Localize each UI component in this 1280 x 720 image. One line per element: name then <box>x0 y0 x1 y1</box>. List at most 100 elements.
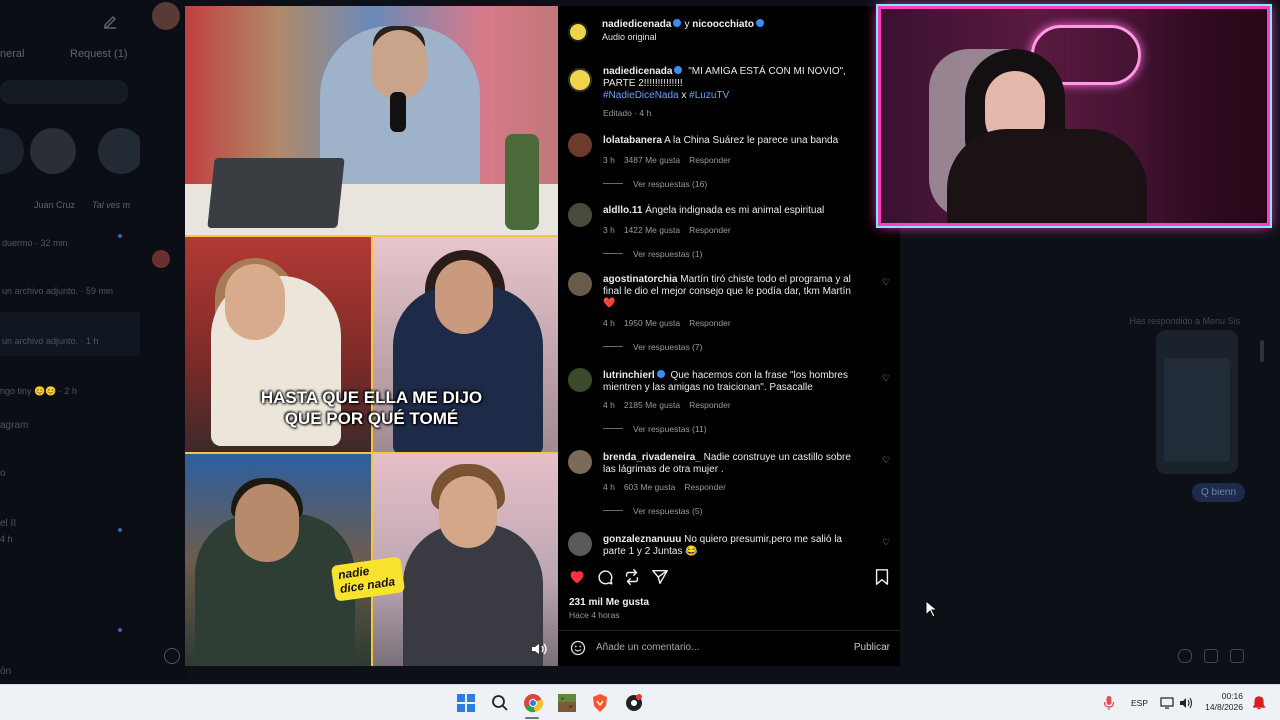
language-indicator[interactable]: ESP <box>1131 698 1148 708</box>
comment-item: gonzaleznanuuu No quiero presumir,pero m… <box>558 532 900 560</box>
tab-general[interactable]: neral <box>0 48 24 60</box>
comment-item: lutrinchierl Que hacemos con la frase "l… <box>558 368 900 436</box>
author-avatar[interactable] <box>568 68 592 92</box>
reply-button[interactable]: Responder <box>684 482 726 492</box>
view-replies-button[interactable]: Ver respuestas (16) <box>603 179 707 189</box>
like-comment-heart-icon[interactable]: ♡ <box>882 538 891 547</box>
conversation-row[interactable]: un archivo adjunto. · 1 h <box>2 336 99 346</box>
notification-bell-icon[interactable] <box>1253 696 1265 710</box>
minecraft-icon[interactable] <box>557 693 577 713</box>
repost-icon[interactable] <box>623 568 641 586</box>
comment-item: aldllo.11 Ángela indignada es mi animal … <box>558 203 900 259</box>
chrome-icon[interactable] <box>523 693 543 713</box>
view-replies-button[interactable]: Ver respuestas (5) <box>603 506 702 516</box>
app-icon[interactable] <box>624 693 644 713</box>
search-input[interactable] <box>0 80 128 104</box>
heart-filled-icon[interactable] <box>568 568 586 586</box>
avatar[interactable] <box>152 2 180 30</box>
brave-icon[interactable] <box>590 693 610 713</box>
emoji-icon[interactable] <box>570 640 586 656</box>
conversation-row[interactable]: duermo · 32 min <box>2 238 68 248</box>
author-avatar[interactable] <box>568 22 588 42</box>
coauthor-username[interactable]: nicoocchiato <box>692 19 754 30</box>
commenter-username[interactable]: brenda_rivadeneira_ <box>603 452 701 463</box>
story-avatar[interactable] <box>0 128 24 174</box>
caption-username[interactable]: nadiedicenada <box>603 66 672 77</box>
volume-icon[interactable] <box>531 642 547 656</box>
comment-text: Ángela indignada es mi animal espiritual <box>645 205 825 216</box>
video-caption-overlay: HASTA QUE ELLA ME DIJO QUE POR QUÉ TOMÉ <box>185 387 558 429</box>
commenter-avatar[interactable] <box>568 368 592 392</box>
commenter-avatar[interactable] <box>568 450 592 474</box>
display-icon[interactable] <box>1160 696 1174 710</box>
comment-input[interactable]: Añade un comentario... <box>596 642 699 653</box>
like-comment-heart-icon[interactable]: ♡ <box>882 456 891 465</box>
conversation-row[interactable]: ngo tiny 😊😊 · 2 h <box>0 386 77 397</box>
commenter-avatar[interactable] <box>568 532 592 556</box>
system-clock[interactable]: 00:16 14/8/2026 <box>1203 691 1243 713</box>
commenter-avatar[interactable] <box>568 203 592 227</box>
commenter-username[interactable]: gonzaleznanuuu <box>603 534 681 545</box>
view-replies-button[interactable]: Ver respuestas (1) <box>603 249 702 259</box>
commenter-username[interactable]: aldllo.11 <box>603 205 642 216</box>
publish-button[interactable]: Publicar <box>854 642 890 653</box>
sticker-icon[interactable] <box>1230 649 1244 663</box>
conversation-row[interactable]: el II <box>0 518 16 529</box>
reply-button[interactable]: Responder <box>689 155 731 165</box>
hashtag-link[interactable]: #LuzuTV <box>689 90 729 101</box>
conversation-row[interactable]: o <box>0 468 6 479</box>
post-caption: nadiedicenada "MI AMIGA ESTÁ CON MI NOVI… <box>603 66 873 102</box>
commenter-avatar[interactable] <box>568 272 592 296</box>
story-avatar[interactable] <box>98 128 144 174</box>
conversation-row[interactable]: un archivo adjunto. · 59 min <box>2 286 113 296</box>
emoji-icon[interactable] <box>164 648 180 664</box>
story-avatar[interactable] <box>30 128 76 174</box>
volume-icon[interactable] <box>1179 696 1193 710</box>
view-replies-button[interactable]: Ver respuestas (7) <box>603 342 702 352</box>
search-icon[interactable] <box>490 693 510 713</box>
story-label: Tal ves m <box>92 200 131 210</box>
story-label: Juan Cruz <box>34 200 76 210</box>
image-icon[interactable] <box>1204 649 1218 663</box>
like-comment-heart-icon[interactable]: ♡ <box>882 374 891 383</box>
like-comment-heart-icon[interactable]: ♡ <box>882 278 891 287</box>
commenter-username[interactable]: lolatabanera <box>603 135 662 146</box>
avatar[interactable] <box>152 250 170 268</box>
caption-line: HASTA QUE ELLA ME DIJO <box>260 388 483 407</box>
reply-button[interactable]: Responder <box>689 225 731 235</box>
reply-button[interactable]: Responder <box>689 400 731 410</box>
windows-start-icon[interactable] <box>456 693 476 713</box>
comment-icon[interactable] <box>596 568 614 586</box>
shared-reel-thumbnail[interactable] <box>1156 330 1238 474</box>
nav-label[interactable]: ón <box>0 666 11 677</box>
tab-requests[interactable]: Request (1) <box>70 48 127 60</box>
comment-likes[interactable]: 603 Me gusta <box>624 482 676 492</box>
author-username[interactable]: nadiedicenada <box>602 19 671 30</box>
reply-button[interactable]: Responder <box>689 318 731 328</box>
hashtag-link[interactable]: #NadieDiceNada <box>603 90 679 101</box>
commenter-username[interactable]: lutrinchierl <box>603 370 655 381</box>
comment-likes[interactable]: 1422 Me gusta <box>624 225 680 235</box>
commenter-username[interactable]: agostinatorchia <box>603 274 677 285</box>
reel-video[interactable]: HASTA QUE ELLA ME DIJO QUE POR QUÉ TOMÉ … <box>185 6 558 666</box>
conversation-row-selected[interactable] <box>0 312 140 356</box>
mouse-cursor-icon <box>925 600 937 618</box>
compose-icon[interactable] <box>102 14 118 30</box>
view-replies-button[interactable]: Ver respuestas (11) <box>603 424 707 434</box>
commenter-avatar[interactable] <box>568 133 592 157</box>
microphone-icon[interactable] <box>1178 649 1192 663</box>
save-bookmark-icon[interactable] <box>873 568 891 586</box>
scrollbar[interactable] <box>1260 340 1264 362</box>
post-time: Hace 4 horas <box>569 610 620 620</box>
share-icon[interactable] <box>651 568 669 586</box>
likes-count[interactable]: 231 mil Me gusta <box>569 597 649 608</box>
comment-likes[interactable]: 1950 Me gusta <box>624 318 680 328</box>
microphone-icon[interactable] <box>1103 695 1115 711</box>
comment-likes[interactable]: 3487 Me gusta <box>624 155 680 165</box>
video-panel-top <box>185 6 558 236</box>
conversation-row[interactable]: agram <box>0 420 28 431</box>
audio-link[interactable]: Audio original <box>602 32 657 42</box>
streamer-body <box>947 129 1147 223</box>
shadow-overlay <box>1131 9 1267 223</box>
comment-likes[interactable]: 2185 Me gusta <box>624 400 680 410</box>
